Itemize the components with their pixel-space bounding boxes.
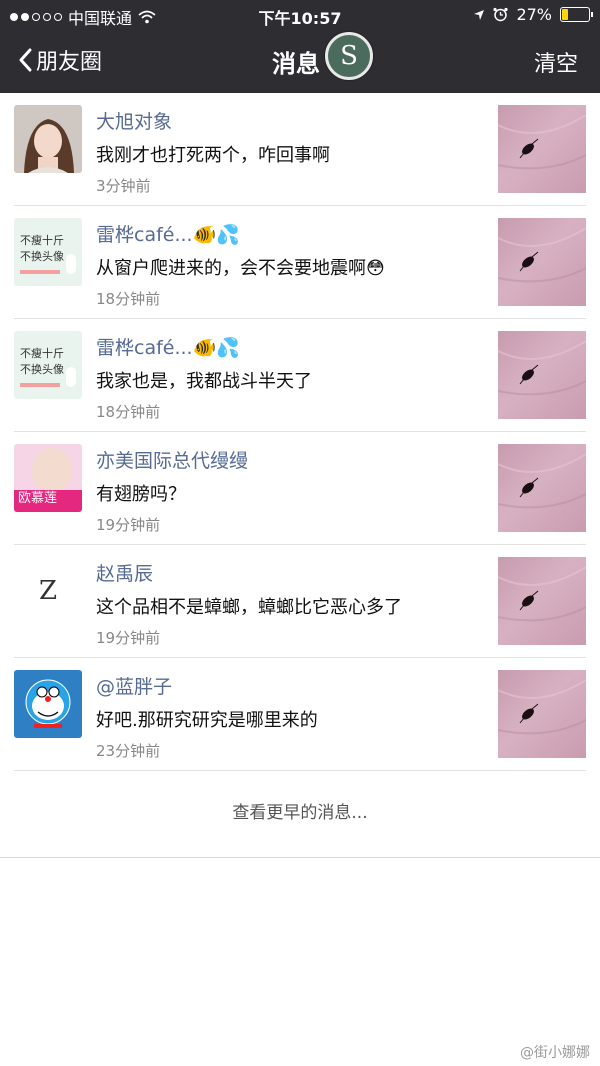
- avatar-text-line: 不换头像: [20, 363, 64, 376]
- avatar-brand-label: 欧慕莲: [14, 490, 82, 512]
- post-thumbnail[interactable]: [498, 444, 586, 532]
- avatar[interactable]: [14, 670, 82, 738]
- message-text: 我刚才也打死两个，咋回事啊: [96, 145, 330, 166]
- status-bar: 中国联通 下午10:57 27%: [0, 0, 600, 30]
- bug-photo: [498, 566, 586, 622]
- post-thumbnail[interactable]: [498, 670, 586, 758]
- logo-letter: S: [340, 41, 358, 71]
- avatar[interactable]: Z: [14, 557, 82, 625]
- s-logo-icon: S: [325, 32, 373, 80]
- post-thumbnail[interactable]: [498, 218, 586, 306]
- message-text: 从窗户爬进来的，会不会要地震啊😳: [96, 258, 385, 279]
- sender-name[interactable]: 大旭对象: [96, 107, 172, 134]
- status-right: 27%: [473, 5, 593, 24]
- bug-photo: [498, 453, 586, 509]
- message-text: 我家也是，我都战斗半天了: [96, 371, 312, 392]
- watermark: @街小娜娜: [520, 1045, 590, 1061]
- back-label: 朋友圈: [36, 50, 103, 75]
- chevron-left-icon: [19, 48, 32, 72]
- message-row[interactable]: 不瘦十斤 不换头像 雷桦café...🐠💦 我家也是，我都战斗半天了 18分钟前: [0, 319, 600, 432]
- message-row[interactable]: Z 赵禹辰这个品相不是蟑螂，蟑螂比它恶心多了 19分钟前: [0, 545, 600, 658]
- message-time: 18分钟前: [96, 403, 161, 421]
- avatar[interactable]: 欧慕莲: [14, 444, 82, 512]
- sender-name[interactable]: @蓝胖子: [96, 672, 172, 699]
- bug-photo: [498, 340, 586, 396]
- message-time: 18分钟前: [96, 290, 161, 308]
- message-time: 19分钟前: [96, 516, 161, 534]
- message-time: 3分钟前: [96, 177, 151, 195]
- row-divider: [14, 770, 586, 771]
- message-row[interactable]: @蓝胖子好吧.那研究研究是哪里来的 23分钟前: [0, 658, 600, 771]
- message-text: 好吧.那研究研究是哪里来的: [96, 710, 318, 731]
- battery-fill: [562, 9, 569, 20]
- page-title: 消息: [272, 50, 320, 78]
- post-thumbnail[interactable]: [498, 105, 586, 193]
- message-list: 大旭对象我刚才也打死两个，咋回事啊 3分钟前 不瘦十斤 不换头像 雷桦café..…: [0, 93, 600, 771]
- nav-bar: 朋友圈 消息 S 清空: [0, 30, 600, 93]
- sender-name[interactable]: 亦美国际总代缦缦: [96, 446, 248, 473]
- avatar[interactable]: 不瘦十斤 不换头像: [14, 218, 82, 286]
- avatar-text-line: 不瘦十斤: [20, 234, 64, 247]
- divider: [0, 857, 600, 858]
- message-time: 19分钟前: [96, 629, 161, 647]
- avatar-text-line: 不瘦十斤: [20, 347, 64, 360]
- message-row[interactable]: 不瘦十斤 不换头像 雷桦café...🐠💦 从窗户爬进来的，会不会要地震啊😳 18分…: [0, 206, 600, 319]
- message-text: 有翅膀吗？: [96, 484, 186, 505]
- sender-name[interactable]: 赵禹辰: [96, 559, 153, 586]
- battery-percent: 27%: [516, 5, 552, 24]
- bug-photo: [498, 114, 586, 170]
- alarm-clock-icon: [493, 7, 509, 22]
- message-row[interactable]: 欧慕莲 亦美国际总代缦缦有翅膀吗？ 19分钟前: [0, 432, 600, 545]
- message-time: 23分钟前: [96, 742, 161, 760]
- sender-name[interactable]: 雷桦café...🐠💦: [96, 333, 240, 360]
- bug-photo: [498, 679, 586, 735]
- avatar[interactable]: 不瘦十斤 不换头像: [14, 331, 82, 399]
- battery-icon: [560, 7, 593, 22]
- message-text: 这个品相不是蟑螂，蟑螂比它恶心多了: [96, 597, 402, 618]
- clear-button[interactable]: 清空: [534, 46, 578, 78]
- post-thumbnail[interactable]: [498, 557, 586, 645]
- avatar[interactable]: [14, 105, 82, 173]
- sender-name[interactable]: 雷桦café...🐠💦: [96, 220, 240, 247]
- bug-photo: [498, 227, 586, 283]
- location-arrow-icon: [474, 9, 485, 20]
- avatar-letter: Z: [14, 557, 82, 625]
- load-earlier-button[interactable]: 查看更早的消息...: [0, 798, 600, 823]
- back-button[interactable]: 朋友圈: [18, 44, 102, 76]
- post-thumbnail[interactable]: [498, 331, 586, 419]
- message-row[interactable]: 大旭对象我刚才也打死两个，咋回事啊 3分钟前: [0, 93, 600, 206]
- avatar-text-line: 不换头像: [20, 250, 64, 263]
